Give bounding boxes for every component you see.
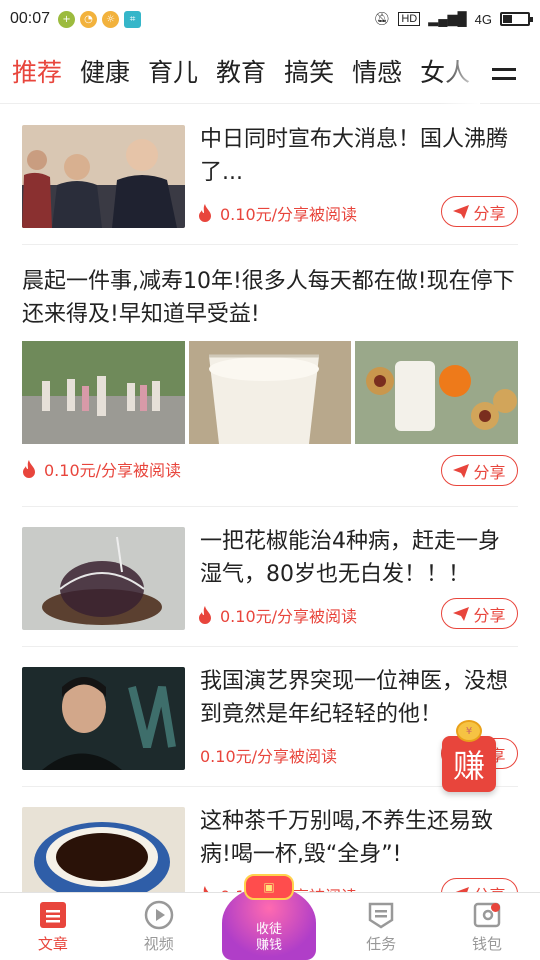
clock-notification-icon: ◔ [80, 10, 98, 28]
article-title[interactable]: 一把花椒能治4种病，赶走一身湿气，80岁也无白发！！！ [200, 525, 518, 591]
share-button[interactable]: 分享 [441, 878, 518, 892]
menu-icon[interactable] [492, 68, 516, 80]
hd-icon: HD [398, 12, 421, 26]
tab-parenting[interactable]: 育儿 [148, 53, 198, 89]
nav-tasks[interactable]: 任务 [328, 893, 434, 960]
article-item[interactable]: 晨起一件事,减寿10年!很多人每天都在做!现在停下还来得及!早知道早受益! 0.… [22, 245, 519, 507]
article-title[interactable]: 晨起一件事,减寿10年!很多人每天都在做!现在停下还来得及!早知道早受益! [22, 265, 518, 331]
tab-funny[interactable]: 搞笑 [284, 53, 334, 89]
tab-education[interactable]: 教育 [216, 53, 266, 89]
earn-label: 赚 [442, 736, 496, 792]
fire-icon [23, 460, 35, 478]
battery-icon [500, 12, 533, 26]
status-bar: 00:07 + ◔ ☼ ⌗ 🔕︎ HD ▂▄▆█ 4G [0, 0, 540, 38]
fire-icon [199, 204, 211, 222]
play-icon [144, 900, 174, 930]
notification-dot [490, 903, 500, 912]
share-button[interactable]: 分享 [441, 196, 518, 227]
reward-text: 0.10元/分享被阅读 [220, 205, 358, 224]
earn-floating-button[interactable]: 赚 ¥ [440, 720, 498, 794]
article-image [355, 341, 519, 444]
article-icon [39, 902, 66, 928]
article-title[interactable]: 中日同时宣布大消息！国人沸腾了... [200, 123, 518, 189]
article-title[interactable]: 这种茶千万别喝,不养生还易致病!喝一杯,毁“全身”! [200, 805, 518, 871]
reward-text: 0.10元/分享被阅读 [44, 461, 182, 480]
sun-notification-icon: ☼ [102, 10, 120, 28]
nav-wallet[interactable]: 钱包 [434, 893, 540, 960]
article-image [22, 341, 185, 444]
task-icon [368, 902, 394, 929]
article-thumbnail [22, 125, 185, 228]
nav-articles[interactable]: 文章 [0, 893, 106, 960]
share-button[interactable]: 分享 [441, 598, 518, 629]
send-icon [453, 606, 470, 621]
reward-text: 0.10元/分享被阅读 [220, 607, 358, 626]
send-icon [453, 204, 470, 219]
status-time: 00:07 [10, 10, 51, 27]
share-button[interactable]: 分享 [441, 455, 518, 486]
article-item[interactable]: 中日同时宣布大消息！国人沸腾了... 0.10元/分享被阅读 分享 [22, 105, 518, 245]
tab-health[interactable]: 健康 [80, 53, 130, 89]
article-thumbnail [22, 667, 185, 770]
coin-icon: ¥ [456, 720, 482, 742]
category-tabs: 推荐 健康 育儿 教育 搞笑 情感 女人 [0, 38, 540, 104]
tab-emotion[interactable]: 情感 [352, 53, 402, 89]
reward-info: 0.10元/分享被阅读 [200, 743, 337, 767]
article-item[interactable]: 一把花椒能治4种病，赶走一身湿气，80岁也无白发！！！ 0.10元/分享被阅读 … [22, 507, 518, 647]
article-thumbnail [22, 527, 185, 630]
article-thumbnail [22, 807, 185, 892]
mute-icon: 🔕︎ [373, 11, 391, 26]
send-icon [453, 463, 470, 478]
signal-icon: ▂▄▆█ [428, 11, 467, 26]
reward-text: 0.10元/分享被阅读 [200, 747, 338, 766]
network-label: 4G [474, 11, 492, 27]
fire-icon [199, 606, 211, 624]
reward-info: 0.10元/分享被阅读 [198, 603, 357, 627]
recruit-earn-button[interactable]: 收徒 赚钱 ▣ [214, 874, 324, 960]
tab-recommend[interactable]: 推荐 [12, 53, 62, 89]
app-notification-icon: + [58, 10, 76, 28]
article-image [188, 341, 352, 444]
reward-info: 0.10元/分享被阅读 [198, 201, 357, 225]
nav-video[interactable]: 视频 [106, 893, 212, 960]
reward-info: 0.10元/分享被阅读 [22, 457, 181, 481]
gift-icon: ▣ [244, 874, 294, 900]
scan-notification-icon: ⌗ [124, 10, 142, 28]
